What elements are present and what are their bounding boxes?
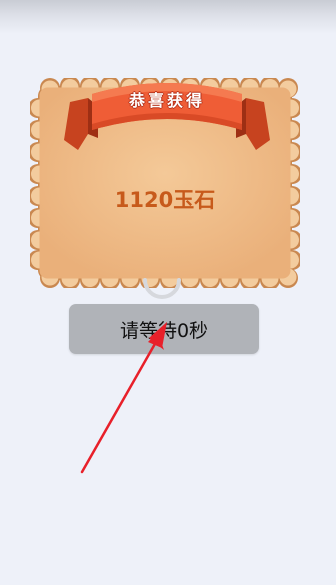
screen: 1120玉石 恭喜获得 请等待0秒 bbox=[0, 0, 336, 585]
wait-countdown-button[interactable]: 请等待0秒 bbox=[69, 304, 259, 354]
loading-spinner-icon bbox=[143, 278, 181, 299]
status-bar-shadow bbox=[0, 0, 336, 34]
dialog-title: 恭喜获得 bbox=[128, 91, 205, 110]
reward-amount: 1120玉石 bbox=[114, 188, 216, 212]
ribbon-banner-icon bbox=[64, 83, 270, 150]
